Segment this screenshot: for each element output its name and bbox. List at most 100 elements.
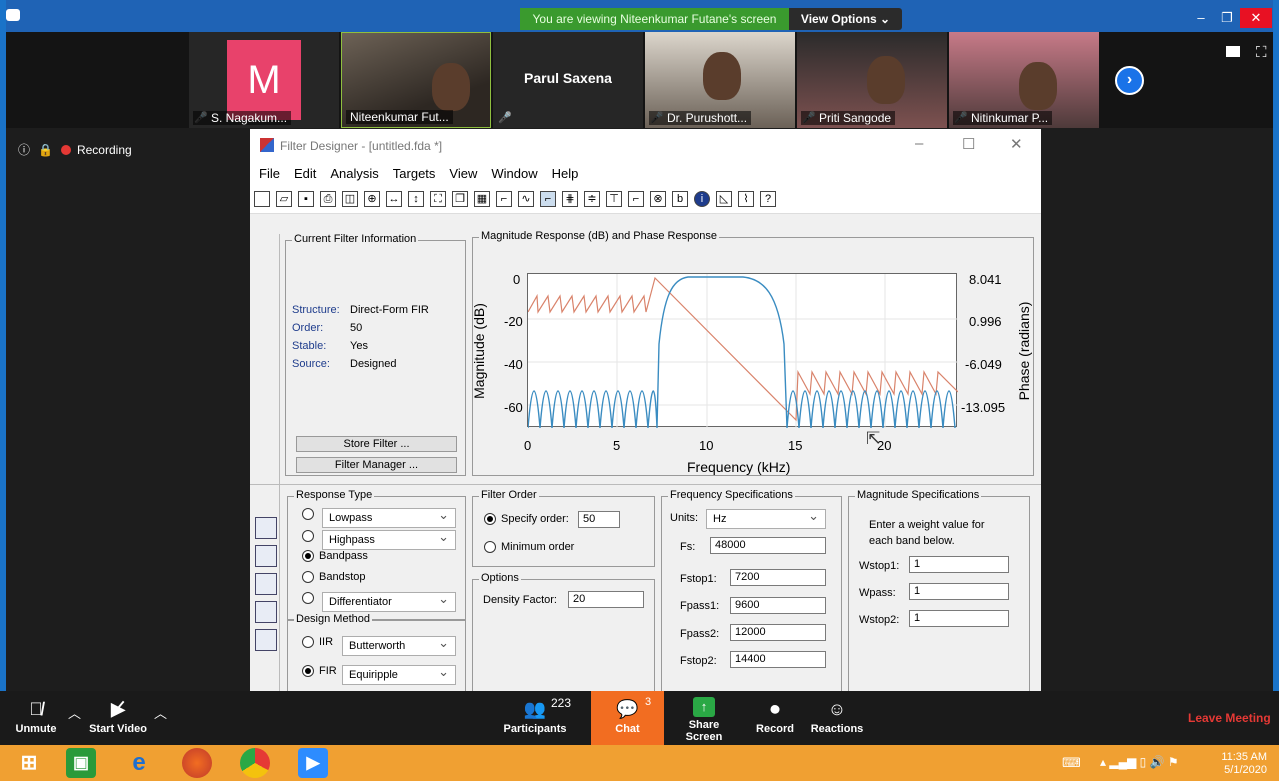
filter-manager-button[interactable]: Filter Manager ... — [296, 457, 457, 473]
fullscreen-icon[interactable]: ⛶ — [1256, 44, 1267, 61]
fd-minimize-button[interactable]: – — [915, 135, 923, 152]
fd-maximize-button[interactable]: ☐ — [962, 135, 975, 153]
share-screen-button[interactable]: ↑ Share Screen — [670, 691, 738, 745]
differentiator-select[interactable]: Differentiator — [322, 590, 456, 612]
save-icon[interactable]: ▪ — [298, 191, 314, 207]
fd-close-button[interactable]: ✕ — [1010, 135, 1023, 153]
specify-order-radio[interactable] — [484, 513, 496, 525]
print-preview-icon[interactable]: ◫ — [342, 191, 358, 207]
video-options-chevron-icon[interactable]: ︿ — [154, 703, 167, 722]
fir-radio[interactable] — [302, 665, 314, 677]
lowpass-select[interactable]: Lowpass — [322, 506, 456, 528]
zoom-in-icon[interactable]: ⊕ — [364, 191, 380, 207]
lock-icon[interactable]: 🔒 — [38, 143, 53, 157]
minimum-order-radio[interactable] — [484, 541, 496, 553]
iir-method-select[interactable]: Butterworth — [342, 634, 456, 656]
filter-info-icon[interactable]: i — [694, 191, 710, 207]
wpass-input[interactable]: 1 — [909, 583, 1009, 600]
phase-delay-icon[interactable]: ≑ — [584, 191, 600, 207]
fir-method-select[interactable]: Equiripple — [342, 663, 456, 685]
reactions-button[interactable]: ☺ Reactions — [808, 691, 866, 745]
fpass1-input[interactable]: 9600 — [730, 597, 826, 614]
zoom-x-icon[interactable]: ↔ — [386, 191, 402, 207]
filter-specs-icon[interactable]: ▦ — [474, 191, 490, 207]
view-options-button[interactable]: View Options ⌄ — [789, 8, 902, 30]
differentiator-radio[interactable] — [302, 592, 314, 604]
next-page-icon[interactable]: › — [1115, 66, 1144, 95]
participant-tile[interactable]: Parul Saxena 🎤 — [493, 32, 643, 128]
start-video-button[interactable]: ▶̸ Start Video — [88, 691, 148, 745]
taskbar-clock[interactable]: 11:35 AM 5/1/2020 — [1221, 751, 1267, 777]
participant-tile[interactable]: Niteenkumar Fut... — [341, 32, 491, 128]
participant-tile[interactable]: M 🎤 S. Nagakum... — [189, 32, 339, 128]
import-filter-icon[interactable] — [255, 545, 277, 567]
gallery-view-icon[interactable] — [1226, 46, 1240, 57]
menu-file[interactable]: File — [259, 162, 280, 186]
density-factor-input[interactable]: 20 — [568, 591, 644, 608]
windows-start-icon[interactable]: ⊞ — [14, 748, 44, 778]
participant-tile[interactable]: 🎤 Dr. Purushott... — [645, 32, 795, 128]
menu-window[interactable]: Window — [491, 162, 537, 186]
new-window-icon[interactable]: ❐ — [452, 191, 468, 207]
magnitude-response-icon[interactable]: ⌐ — [496, 191, 512, 207]
menu-edit[interactable]: Edit — [294, 162, 316, 186]
fstop2-input[interactable]: 14400 — [730, 651, 826, 668]
info-icon[interactable]: ⓘ — [18, 141, 30, 158]
impulse-response-icon[interactable]: ⊤ — [606, 191, 622, 207]
wstop2-input[interactable]: 1 — [909, 610, 1009, 627]
highpass-select[interactable]: Highpass — [322, 528, 456, 550]
participant-tile[interactable]: 🎤 Priti Sangode — [797, 32, 947, 128]
step-response-icon[interactable]: ⌐ — [628, 191, 644, 207]
mag-phase-response-icon[interactable]: ⌐ — [540, 191, 556, 207]
group-delay-icon[interactable]: ⋕ — [562, 191, 578, 207]
phase-response-icon[interactable]: ∿ — [518, 191, 534, 207]
lowpass-radio[interactable] — [302, 508, 314, 520]
magnitude-estimate-icon[interactable]: ◺ — [716, 191, 732, 207]
menu-analysis[interactable]: Analysis — [330, 162, 378, 186]
bandstop-radio[interactable] — [302, 571, 314, 583]
units-select[interactable]: Hz — [706, 507, 826, 529]
keyboard-icon[interactable]: ⌨ — [1062, 755, 1081, 771]
pole-zero-icon[interactable]: ⊗ — [650, 191, 666, 207]
fstop1-input[interactable]: 7200 — [730, 569, 826, 586]
realize-model-icon[interactable] — [255, 517, 277, 539]
open-icon[interactable]: ▱ — [276, 191, 292, 207]
audio-options-chevron-icon[interactable]: ︿ — [68, 703, 81, 722]
highpass-radio[interactable] — [302, 530, 314, 542]
coefficients-icon[interactable]: b — [672, 191, 688, 207]
participant-tile[interactable]: 🎤 Nitinkumar P... — [949, 32, 1099, 128]
menu-view[interactable]: View — [449, 162, 477, 186]
menu-help[interactable]: Help — [552, 162, 579, 186]
chat-button[interactable]: 💬 Chat — [591, 691, 664, 745]
zoom-y-icon[interactable]: ↕ — [408, 191, 424, 207]
print-icon[interactable]: ⎙ — [320, 191, 336, 207]
new-icon[interactable] — [254, 191, 270, 207]
wstop1-input[interactable]: 1 — [909, 556, 1009, 573]
close-button[interactable]: ✕ — [1240, 8, 1272, 28]
y2tick: -13.095 — [961, 400, 1006, 415]
round-off-noise-icon[interactable]: ⌇ — [738, 191, 754, 207]
quantize-icon[interactable] — [255, 601, 277, 623]
store-filter-button[interactable]: Store Filter ... — [296, 436, 457, 452]
menu-targets[interactable]: Targets — [393, 162, 436, 186]
iir-radio[interactable] — [302, 636, 314, 648]
store-icon[interactable]: ▣ — [66, 748, 96, 778]
zoom-app-icon[interactable]: ▶ — [298, 748, 328, 778]
transform-filter-icon[interactable] — [255, 573, 277, 595]
record-button[interactable]: ⏺ Record — [752, 691, 798, 745]
order-input[interactable]: 50 — [578, 511, 620, 528]
firefox-icon[interactable] — [182, 748, 212, 778]
whats-this-icon[interactable]: ? — [760, 191, 776, 207]
fpass2-input[interactable]: 12000 — [730, 624, 826, 641]
edge-icon[interactable]: e — [124, 748, 154, 778]
leave-meeting-button[interactable]: Leave Meeting — [1188, 711, 1271, 725]
restore-button[interactable]: ❐ — [1214, 8, 1240, 28]
pole-zero-editor-icon[interactable] — [255, 629, 277, 651]
minimize-button[interactable]: – — [1188, 8, 1214, 28]
full-view-icon[interactable]: ⛶ — [430, 191, 446, 207]
bandpass-radio[interactable] — [302, 550, 314, 562]
unmute-button[interactable]: 🎙̸ Unmute — [8, 691, 64, 745]
chrome-icon[interactable] — [240, 748, 270, 778]
fs-input[interactable]: 48000 — [710, 537, 826, 554]
tray-icons[interactable]: ▴ ▂▄▆ ▯ 🔊 ⚑ — [1100, 755, 1179, 769]
